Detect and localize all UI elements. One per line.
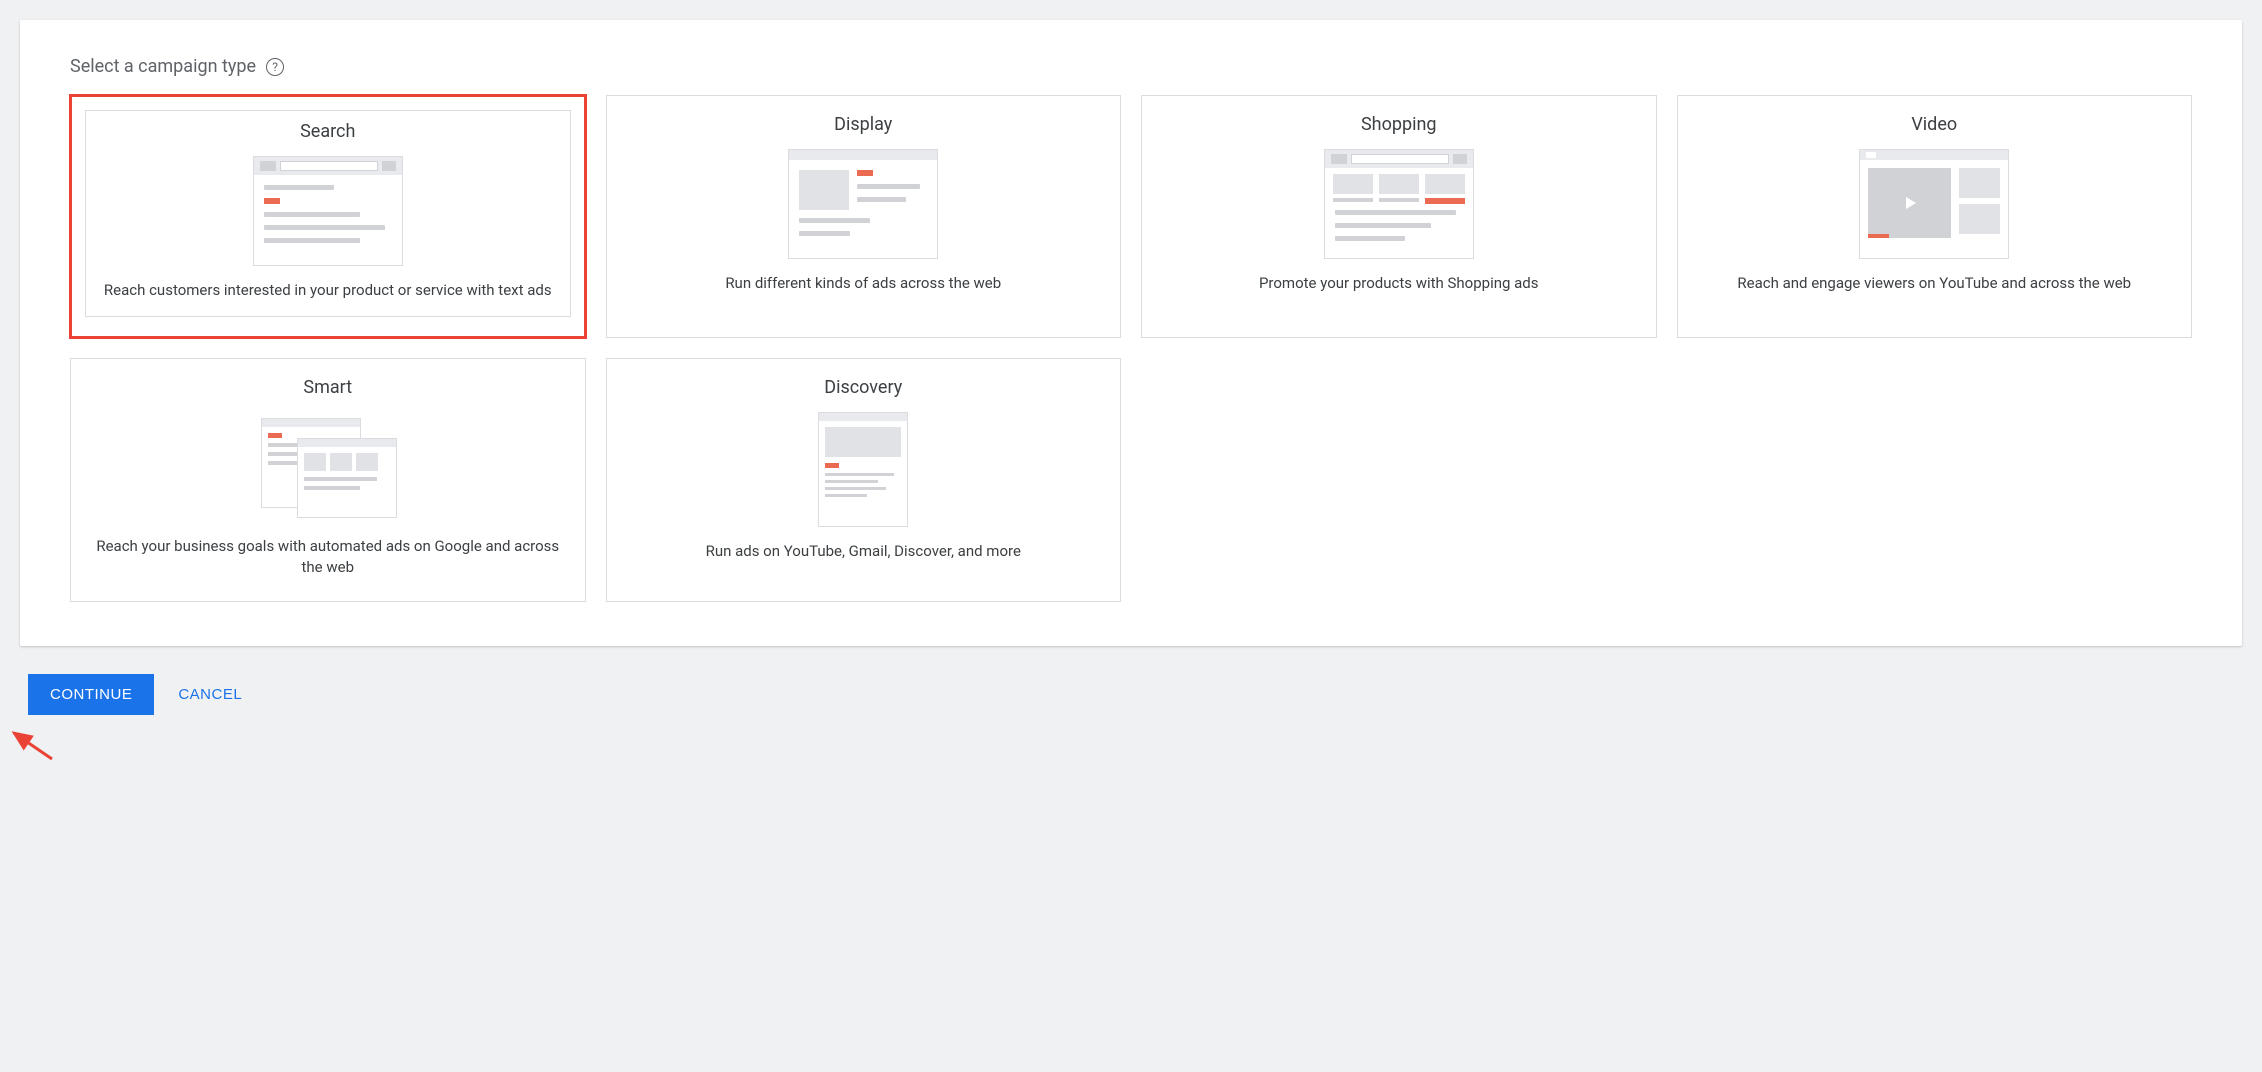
discovery-thumbnail-icon (818, 412, 908, 527)
continue-button[interactable]: Continue (28, 674, 154, 715)
cancel-button[interactable]: Cancel (178, 686, 242, 703)
shopping-thumbnail-icon (1324, 149, 1474, 259)
card-desc: Run ads on YouTube, Gmail, Discover, and… (706, 541, 1021, 561)
campaign-card-shopping[interactable]: Shopping Promote your produ (1141, 95, 1657, 338)
search-thumbnail-icon (253, 156, 403, 266)
card-title: Smart (303, 377, 352, 398)
campaign-card-display[interactable]: Display (606, 95, 1122, 338)
card-title: Video (1911, 114, 1957, 135)
section-title: Select a campaign type (70, 56, 256, 77)
help-icon[interactable]: ? (266, 58, 284, 76)
card-desc: Promote your products with Shopping ads (1259, 273, 1539, 293)
card-desc: Reach your business goals with automated… (89, 536, 567, 577)
card-title: Display (834, 114, 892, 135)
smart-thumbnail-icon (253, 412, 403, 522)
action-row: Continue Cancel (20, 674, 2242, 715)
card-desc: Reach customers interested in your produ… (104, 280, 552, 300)
campaign-card-search[interactable]: Search Reach customers int (70, 95, 586, 338)
campaign-type-grid: Search Reach customers int (70, 95, 2192, 602)
card-title: Shopping (1361, 114, 1437, 135)
campaign-card-smart[interactable]: Smart (70, 358, 586, 602)
campaign-card-video[interactable]: Video Reach and engage viewers on YouTub… (1677, 95, 2193, 338)
annotation-arrow-icon (2, 727, 2242, 771)
video-thumbnail-icon (1859, 149, 2009, 259)
section-title-row: Select a campaign type ? (70, 56, 2192, 77)
card-desc: Run different kinds of ads across the we… (725, 273, 1001, 293)
campaign-card-discovery[interactable]: Discovery Run ads on YouTube, Gmail, Dis… (606, 358, 1122, 602)
card-title: Discovery (824, 377, 902, 398)
campaign-type-panel: Select a campaign type ? Search (20, 20, 2242, 646)
display-thumbnail-icon (788, 149, 938, 259)
card-title: Search (300, 121, 355, 142)
card-desc: Reach and engage viewers on YouTube and … (1737, 273, 2131, 293)
